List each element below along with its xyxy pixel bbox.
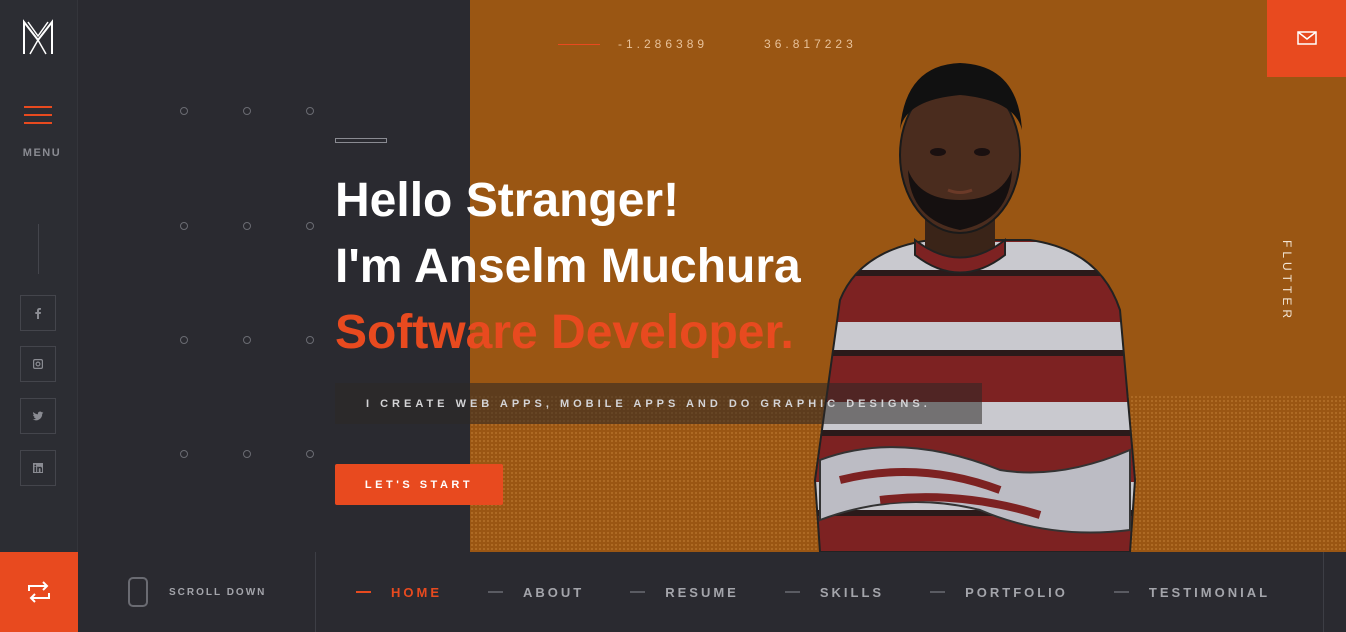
grid-dot xyxy=(243,336,251,344)
nav-dash xyxy=(356,591,371,593)
grid-dot xyxy=(243,222,251,230)
nav-dash xyxy=(784,591,800,593)
nav-label: SKILLS xyxy=(819,584,885,600)
nav-dash xyxy=(630,591,646,593)
mail-button[interactable] xyxy=(1267,0,1346,77)
swap-button[interactable] xyxy=(0,552,78,632)
menu-label[interactable]: MENU xyxy=(0,147,84,159)
side-skill-text: FLUTTER xyxy=(1280,240,1294,322)
instagram-link[interactable] xyxy=(20,346,56,382)
grid-dot xyxy=(306,336,314,344)
grid-dot xyxy=(180,450,188,458)
nav-portfolio[interactable]: PORTFOLIO xyxy=(930,585,1068,600)
grid-dot xyxy=(180,107,188,115)
sidebar: MENU xyxy=(0,0,78,552)
mouse-icon xyxy=(128,577,148,607)
grid-dot xyxy=(306,450,314,458)
nav-label: ABOUT xyxy=(523,584,585,600)
coordinates-accent-line xyxy=(558,43,600,45)
facebook-link[interactable] xyxy=(20,295,56,331)
instagram-icon xyxy=(33,359,43,369)
portrait-illustration xyxy=(813,63,1137,552)
grid-dot xyxy=(306,222,314,230)
facebook-icon xyxy=(35,308,41,319)
nav-label: PORTFOLIO xyxy=(965,584,1068,600)
mail-icon xyxy=(1296,30,1317,45)
hamburger-line xyxy=(24,122,52,124)
hero-greeting: Hello Stranger! xyxy=(335,174,680,227)
twitter-link[interactable] xyxy=(20,398,56,434)
hero-subtitle-box: I CREATE WEB APPS, MOBILE APPS AND DO GR… xyxy=(335,383,982,424)
hero-role: Software Developer. xyxy=(335,306,794,359)
latitude: -1.286389 xyxy=(618,37,709,51)
nav-home[interactable]: HOME xyxy=(356,585,442,600)
nav-about[interactable]: ABOUT xyxy=(488,585,584,600)
nav-dash xyxy=(930,591,946,593)
linkedin-link[interactable] xyxy=(20,450,56,486)
twitter-icon xyxy=(32,411,44,421)
nav-label: HOME xyxy=(391,584,442,600)
nav-label: TESTIMONIAL xyxy=(1148,584,1271,600)
bottom-bar: SCROLL DOWN HOME ABOUT RESUME SKILLS POR… xyxy=(0,552,1346,632)
grid-dot xyxy=(243,107,251,115)
hero-name: I'm Anselm Muchura xyxy=(335,240,801,293)
longitude: 36.817223 xyxy=(764,37,857,51)
grid-dot xyxy=(180,222,188,230)
nav-dash xyxy=(1113,591,1129,593)
heading-accent-line xyxy=(335,138,387,143)
nav-testimonial[interactable]: TESTIMONIAL xyxy=(1113,584,1271,600)
bottom-right-divider xyxy=(1323,552,1324,632)
page: MENU -1.286389 36.817223 FLUTTER Hello S… xyxy=(0,0,1346,632)
nav-skills[interactable]: SKILLS xyxy=(784,584,885,600)
nav-resume[interactable]: RESUME xyxy=(630,585,739,600)
hamburger-line xyxy=(24,114,52,116)
nav-dash xyxy=(488,591,503,593)
sidebar-divider xyxy=(38,224,39,274)
menu-button[interactable] xyxy=(24,106,52,128)
coordinates: -1.286389 36.817223 xyxy=(558,37,857,51)
grid-dot xyxy=(243,450,251,458)
hamburger-line xyxy=(24,106,52,108)
scroll-down-label: SCROLL DOWN xyxy=(169,586,267,598)
hero-subtitle: I CREATE WEB APPS, MOBILE APPS AND DO GR… xyxy=(366,397,931,410)
lets-start-button[interactable]: LET'S START xyxy=(335,464,503,505)
grid-dot xyxy=(306,107,314,115)
am-monogram-icon[interactable] xyxy=(22,18,54,56)
nav-label: RESUME xyxy=(665,584,739,600)
scroll-down[interactable]: SCROLL DOWN xyxy=(78,552,316,632)
main-nav: HOME ABOUT RESUME SKILLS PORTFOLIO TESTI… xyxy=(356,552,1316,632)
swap-arrows-icon xyxy=(28,581,50,603)
grid-dot xyxy=(180,336,188,344)
linkedin-icon xyxy=(33,463,43,473)
